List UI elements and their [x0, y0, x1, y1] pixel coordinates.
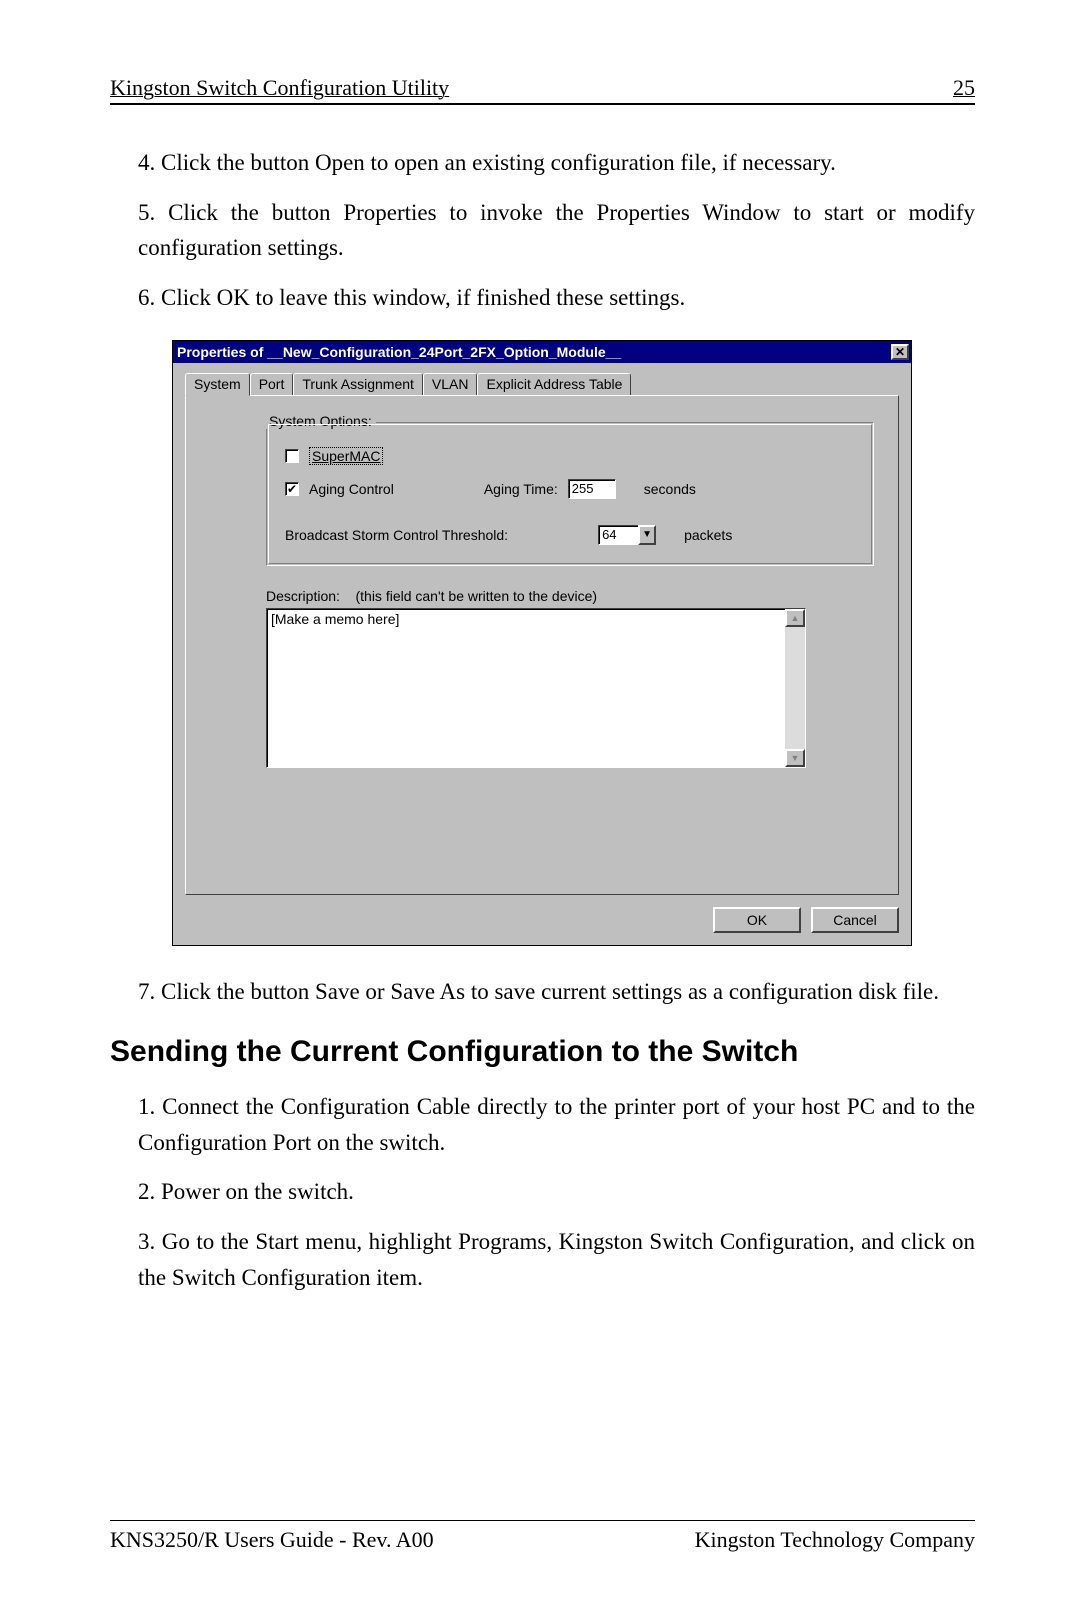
close-icon: ✕	[895, 345, 905, 359]
cancel-button[interactable]: Cancel	[811, 907, 899, 933]
dialog-titlebar: Properties of __New_Configuration_24Port…	[173, 341, 911, 363]
send-step-1: 1. Connect the Configuration Cable direc…	[138, 1089, 975, 1160]
send-step-2: 2. Power on the switch.	[138, 1174, 975, 1210]
aging-time-label: Aging Time:	[484, 481, 558, 497]
footer-right: Kingston Technology Company	[695, 1527, 975, 1553]
scroll-down-icon[interactable]: ▼	[785, 749, 805, 767]
footer-left: KNS3250/R Users Guide - Rev. A00	[110, 1527, 434, 1553]
supermac-label: SuperMAC	[309, 447, 383, 465]
header-page-number: 25	[953, 75, 975, 101]
aging-row: ✔ Aging Control Aging Time: 255 seconds	[285, 479, 855, 499]
step-5: 5. Click the button Properties to invoke…	[138, 195, 975, 266]
aging-label: Aging Control	[309, 481, 394, 497]
footer-rule	[110, 1520, 975, 1521]
dialog-title: Properties of __New_Configuration_24Port…	[177, 344, 621, 360]
aging-time-input[interactable]: 255	[568, 479, 616, 499]
description-label: Description:	[266, 588, 340, 604]
description-hint: (this field can't be written to the devi…	[355, 588, 597, 604]
supermac-row: SuperMAC	[285, 447, 855, 465]
broadcast-threshold-value: 64	[598, 525, 638, 545]
textarea-scrollbar[interactable]: ▲ ▼	[785, 609, 805, 767]
broadcast-label: Broadcast Storm Control Threshold:	[285, 527, 508, 543]
step-7: 7. Click the button Save or Save As to s…	[138, 974, 975, 1010]
instruction-list-upper: 4. Click the button Open to open an exis…	[110, 145, 975, 316]
send-step-3: 3. Go to the Start menu, highlight Progr…	[138, 1224, 975, 1295]
aging-time-unit: seconds	[644, 481, 696, 497]
description-value: [Make a memo here]	[267, 609, 785, 767]
broadcast-threshold-combobox[interactable]: 64 ▼	[598, 525, 656, 545]
system-options-group: System Options: SuperMAC ✔ Aging Control…	[266, 422, 874, 566]
broadcast-unit: packets	[684, 527, 732, 543]
dialog-button-row: OK Cancel	[173, 907, 911, 945]
instruction-list-after-dialog: 7. Click the button Save or Save As to s…	[110, 974, 975, 1010]
tab-vlan[interactable]: VLAN	[423, 373, 478, 395]
ok-button[interactable]: OK	[713, 907, 801, 933]
chevron-down-icon[interactable]: ▼	[638, 525, 656, 545]
instruction-list-sending: 1. Connect the Configuration Cable direc…	[110, 1089, 975, 1295]
step-6: 6. Click OK to leave this window, if fin…	[138, 280, 975, 316]
tab-trunk-assignment[interactable]: Trunk Assignment	[293, 373, 423, 395]
description-label-row: Description: (this field can't be writte…	[266, 588, 874, 604]
supermac-checkbox[interactable]	[285, 449, 299, 463]
scroll-up-icon[interactable]: ▲	[785, 609, 805, 627]
step-4: 4. Click the button Open to open an exis…	[138, 145, 975, 181]
tab-explicit-address-table[interactable]: Explicit Address Table	[477, 373, 631, 395]
running-header: Kingston Switch Configuration Utility 25	[110, 75, 975, 105]
aging-checkbox[interactable]: ✔	[285, 482, 299, 496]
page-footer: KNS3250/R Users Guide - Rev. A00 Kingsto…	[110, 1527, 975, 1553]
close-button[interactable]: ✕	[891, 344, 909, 360]
description-textarea[interactable]: [Make a memo here] ▲ ▼	[266, 608, 806, 768]
tab-port[interactable]: Port	[250, 373, 294, 395]
tab-system[interactable]: System	[185, 373, 250, 396]
group-legend: System Options:	[265, 413, 376, 429]
tab-panel-system: System Options: SuperMAC ✔ Aging Control…	[185, 395, 899, 895]
tab-strip: System Port Trunk Assignment VLAN Explic…	[185, 373, 899, 395]
section-heading: Sending the Current Configuration to the…	[110, 1035, 975, 1069]
broadcast-row: Broadcast Storm Control Threshold: 64 ▼ …	[285, 525, 855, 545]
header-title: Kingston Switch Configuration Utility	[110, 75, 449, 101]
properties-dialog: Properties of __New_Configuration_24Port…	[172, 340, 912, 946]
